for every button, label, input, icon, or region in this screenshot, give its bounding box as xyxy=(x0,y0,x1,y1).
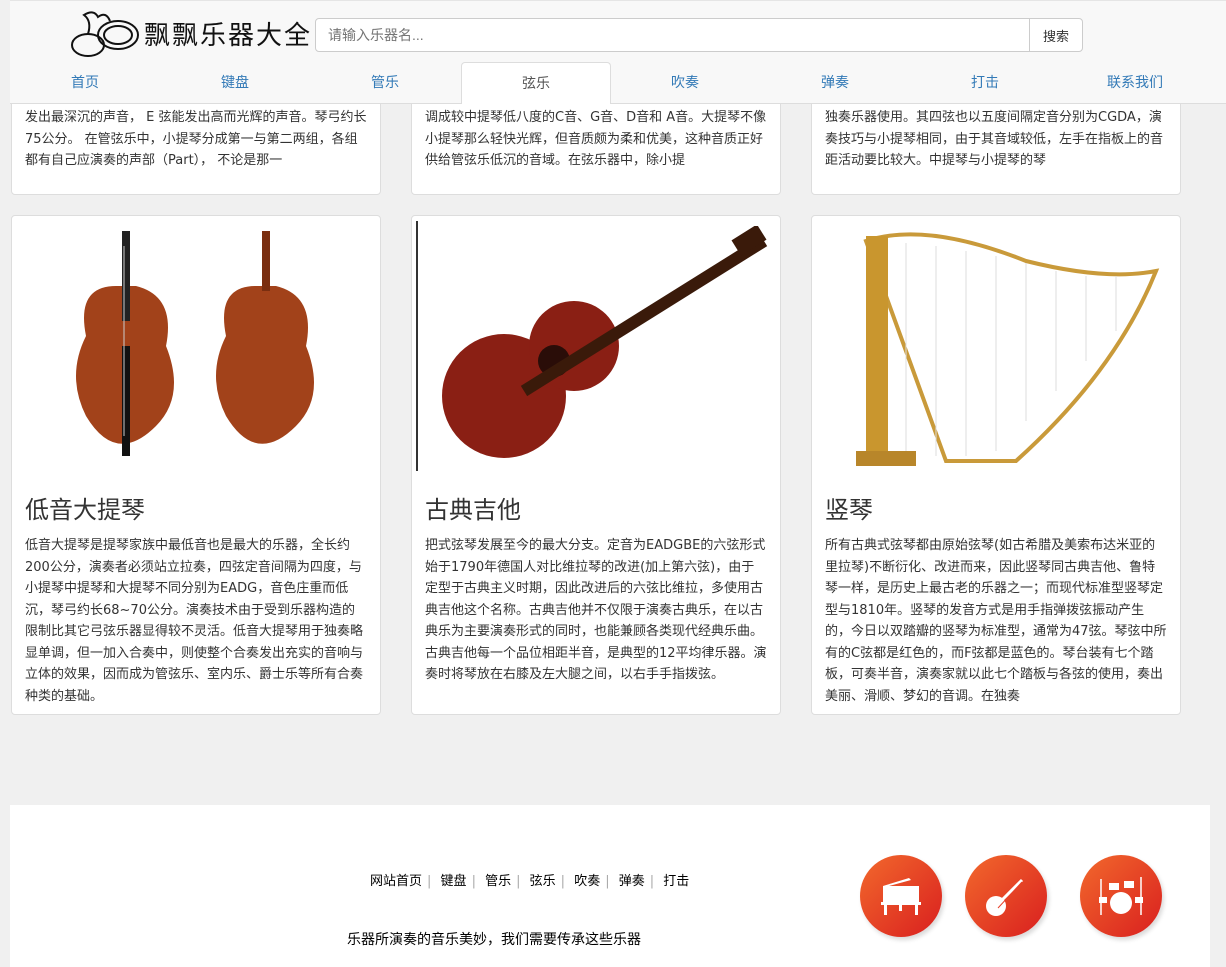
footer-slogan: 乐器所演奏的音乐美妙，我们需要传承这些乐器 xyxy=(347,932,641,948)
card-classical-guitar: 古典吉他 把式弦琴发展至今的最大分支。定音为EADGBE的六弦形式始于1790年… xyxy=(411,215,781,715)
search-button[interactable]: 搜索 xyxy=(1029,18,1083,52)
tab-contact[interactable]: 联系我们 xyxy=(1060,62,1210,104)
castanets-icon xyxy=(71,11,139,57)
nav-bar: 首页 键盘 管乐 弦乐 吹奏 弹奏 打击 联系我们 xyxy=(10,62,1226,104)
footer: 网站首页 | 键盘 | 管乐 | 弦乐 | 吹奏 | 弹奏 | 打击 乐器所演奏的音乐美妙，… xyxy=(10,805,1210,967)
footer-link-blowing[interactable]: 吹奏 xyxy=(574,874,600,889)
footer-link-home[interactable]: 网站首页 xyxy=(370,874,422,889)
tab-blowing[interactable]: 吹奏 xyxy=(610,62,760,104)
classical-guitar-image xyxy=(416,221,780,471)
card-title: 古典吉他 xyxy=(425,496,521,524)
footer-link-strings[interactable]: 弦乐 xyxy=(530,874,556,889)
banjo-icon xyxy=(965,855,1047,937)
search-input[interactable] xyxy=(315,18,1030,52)
card-harp: 竖琴 所有古典式弦琴都由原始弦琴(如古希腊及美索布达米亚的里拉琴)不断衍化、改进… xyxy=(811,215,1181,715)
tab-keyboard[interactable]: 键盘 xyxy=(160,62,310,104)
tab-wind[interactable]: 管乐 xyxy=(310,62,460,104)
logo-text: 飘飘乐器大全 xyxy=(144,20,313,51)
drum-kit-icon xyxy=(1080,855,1162,937)
tab-strings[interactable]: 弦乐 xyxy=(461,62,611,104)
footer-link-wind[interactable]: 管乐 xyxy=(485,874,511,889)
double-bass-image xyxy=(12,216,380,476)
piano-icon xyxy=(860,855,942,937)
footer-link-plucked[interactable]: 弹奏 xyxy=(619,874,645,889)
card-title: 竖琴 xyxy=(825,496,873,524)
footer-links: 网站首页 | 键盘 | 管乐 | 弦乐 | 吹奏 | 弹奏 | 打击 xyxy=(370,874,690,889)
tab-home[interactable]: 首页 xyxy=(10,62,160,104)
card-double-bass: 低音大提琴 低音大提琴是提琴家族中最低音也是最大的乐器，全长约200公分，演奏者… xyxy=(11,215,381,715)
harp-image xyxy=(812,216,1180,476)
tab-percussion[interactable]: 打击 xyxy=(910,62,1060,104)
card-title: 低音大提琴 xyxy=(25,496,145,524)
header: 飘飘乐器大全 搜索 xyxy=(10,0,1226,62)
footer-link-keyboard[interactable]: 键盘 xyxy=(441,874,467,889)
tab-plucked[interactable]: 弹奏 xyxy=(760,62,910,104)
footer-link-percussion[interactable]: 打击 xyxy=(663,874,689,889)
logo[interactable]: 飘飘乐器大全 xyxy=(70,7,312,59)
